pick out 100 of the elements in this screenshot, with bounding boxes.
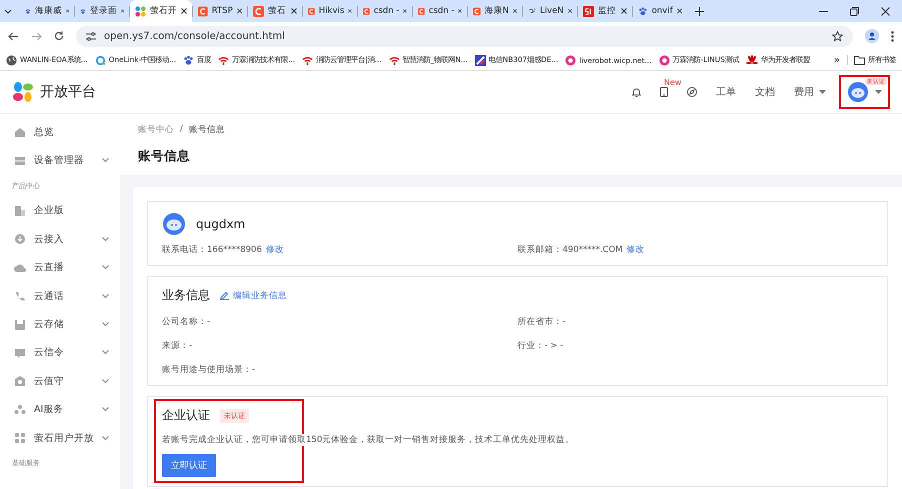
browser-tab[interactable]: 海康威 [20, 0, 74, 22]
building-icon [14, 204, 26, 217]
c-logo-icon [363, 6, 370, 16]
verify-button[interactable]: 立即认证 [162, 454, 216, 477]
close-icon[interactable] [621, 8, 627, 14]
sidebar-item[interactable]: AI服务 [0, 396, 120, 424]
breadcrumb-item[interactable]: 账号中心 [138, 124, 174, 136]
square-logo-icon [474, 54, 486, 66]
globe-icon [6, 54, 17, 66]
logo-icon [135, 6, 146, 16]
browser-tab[interactable]: 登录面 [75, 0, 129, 22]
chevron-icon [102, 350, 109, 356]
new-label: New [664, 78, 682, 87]
sidebar-item[interactable]: 云接入 [0, 225, 120, 254]
browser-tab[interactable]: onvif [633, 0, 687, 22]
phone-icon [14, 290, 26, 302]
sidebar-item[interactable]: 云信令 [0, 338, 120, 368]
restore-icon[interactable] [850, 6, 859, 16]
sidebar-item[interactable]: 云直播 [0, 254, 120, 282]
chevron-icon [102, 265, 109, 270]
browser-tab[interactable]: 萤石开 [130, 0, 192, 22]
chevron-icon [102, 407, 109, 412]
edit-link[interactable]: 编辑业务信息 [220, 290, 287, 302]
browser-tab[interactable]: Hikvis [303, 0, 357, 22]
more-bookmarks[interactable]: » [834, 54, 840, 66]
chat-icon [14, 346, 26, 359]
highlight-frame [839, 75, 890, 109]
chevron-icon [102, 294, 109, 299]
chevron-icon [102, 322, 109, 328]
close-icon[interactable] [881, 6, 890, 16]
new-tab-icon[interactable] [695, 6, 704, 16]
star-icon[interactable] [832, 30, 843, 42]
c-logo-icon [473, 6, 481, 16]
info-field: 所在省市：- [518, 316, 566, 328]
site-settings-icon[interactable] [86, 32, 96, 40]
info-field: 行业：- > - [518, 340, 564, 352]
browser-tab[interactable]: 海康N [468, 0, 522, 22]
page-title: 账号信息 [138, 148, 191, 165]
home-icon [14, 126, 26, 138]
chevron-icon [102, 378, 109, 384]
c-logo-icon [198, 6, 208, 16]
breadcrumb-item: 账号信息 [188, 124, 225, 136]
close-icon[interactable] [458, 8, 462, 14]
browser-tab[interactable]: LiveN [523, 0, 577, 22]
menu-icon[interactable] [891, 30, 894, 42]
grid-icon [14, 432, 26, 444]
nav-link[interactable]: 费用 [794, 85, 826, 99]
close-icon[interactable] [348, 8, 352, 14]
username: qugdxm [196, 217, 246, 231]
close-icon[interactable] [291, 8, 297, 14]
edit-link[interactable]: 修改 [626, 244, 645, 256]
section-title: 企业认证 [162, 407, 210, 424]
profile-icon[interactable] [865, 29, 879, 43]
sidebar-item[interactable]: 设备管理器 [0, 146, 120, 175]
sidebar-item[interactable]: 云值守 [0, 367, 120, 396]
sidebar-item[interactable]: 云存储 [0, 310, 120, 339]
compass-icon[interactable] [687, 87, 697, 97]
sidebar-item[interactable]: 总览 [0, 118, 120, 146]
sidebar-item[interactable]: 萤石用户开放 [0, 424, 120, 452]
nodes-icon [14, 404, 26, 416]
close-icon[interactable] [403, 8, 407, 14]
close-icon[interactable] [568, 8, 572, 14]
nav-link[interactable]: 文档 [755, 85, 775, 99]
flower-logo-icon [746, 54, 758, 66]
close-icon[interactable] [676, 8, 682, 14]
circle-logo-icon [565, 54, 576, 66]
back-icon[interactable] [8, 32, 19, 40]
browser-tab[interactable]: RTSP [193, 0, 247, 22]
browser-tab[interactable]: csdn - [413, 0, 467, 22]
browser-tab[interactable]: csdn - [358, 0, 412, 22]
c-logo-icon [308, 6, 315, 16]
caret-icon [875, 90, 882, 94]
bell-icon[interactable] [632, 87, 641, 97]
edit-link[interactable]: 修改 [266, 244, 284, 256]
avatar-icon[interactable] [847, 81, 869, 103]
browser-tab[interactable]: 萤石 [248, 0, 302, 22]
address-bar[interactable]: open.ys7.com/console/account.html [76, 26, 853, 46]
number-logo-icon [583, 6, 594, 16]
tablet-icon[interactable] [660, 87, 668, 97]
email-text: 联系邮箱：490*****.COM [518, 244, 623, 256]
close-icon[interactable] [66, 8, 69, 14]
c-logo-icon [418, 6, 425, 16]
close-icon[interactable] [181, 8, 187, 14]
paw-icon [183, 54, 194, 66]
paw-icon [638, 6, 648, 16]
sidebar-item[interactable]: 企业版 [0, 196, 120, 226]
close-icon[interactable] [236, 8, 242, 14]
sidebar-item[interactable]: 云通话 [0, 282, 120, 310]
close-icon[interactable] [512, 8, 517, 14]
breadcrumb-separator: / [180, 124, 183, 136]
folder-icon [854, 56, 865, 64]
tab-list-icon[interactable] [4, 8, 12, 14]
nav-link[interactable]: 工单 [716, 85, 736, 99]
reload-icon[interactable] [54, 31, 64, 41]
avatar-icon [162, 212, 186, 236]
section-title: 业务信息 [162, 287, 210, 304]
close-icon[interactable] [120, 8, 124, 14]
browser-tab[interactable]: 监控 [578, 0, 632, 22]
pencil-icon [220, 291, 229, 300]
info-field: 公司名称：- [162, 316, 210, 328]
